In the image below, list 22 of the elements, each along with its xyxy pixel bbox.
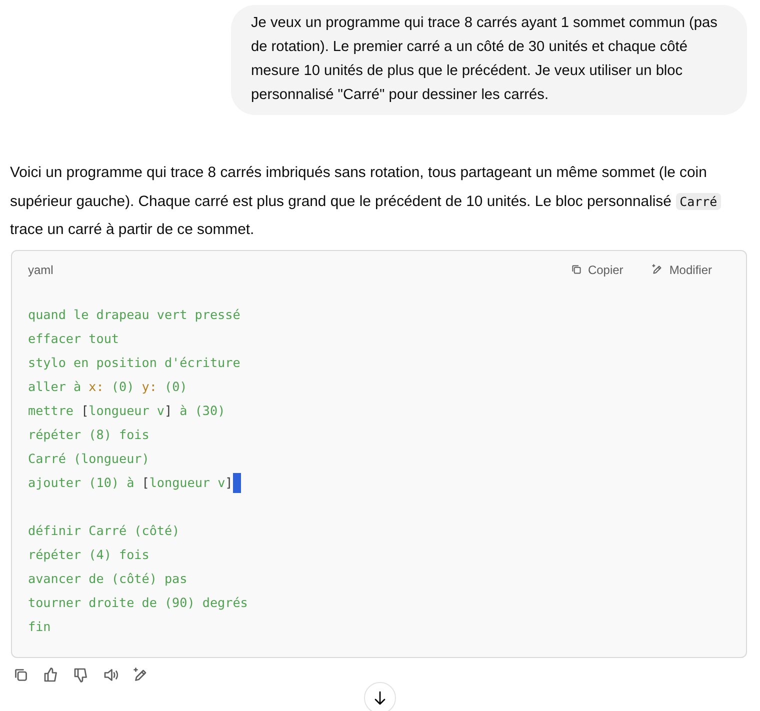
thumbs-up-icon bbox=[42, 666, 60, 684]
language-label: yaml bbox=[28, 262, 54, 278]
code-line: tourner droite de (90) degrés bbox=[28, 594, 248, 610]
code-line: avancer de (côté) pas bbox=[28, 570, 188, 586]
copy-icon bbox=[570, 263, 583, 276]
edit-button[interactable]: Modifier bbox=[651, 260, 712, 278]
code-line: mettre [longueur v] à (30) bbox=[28, 402, 226, 418]
user-message-bubble: Je veux un programme qui trace 8 carrés ayant 1 sommet commun (pas de rotation). Le premier carré a un côté de 30 unités et chaque côté mesure 10 unités de plus que le précédent. Je veux utiliser un bloc personnalisé "Carré" pour dessiner les carrés. bbox=[231, 5, 747, 115]
response-paragraph: Voici un programme qui trace 8 carrés imbriqués sans rotation, tous partageant un même sommet (le coin supérieur gauche). Chaque carré est plus grand que le précédent de 10 unités. Le bloc personnalisé Carré trace un carré à partir de ce sommet. bbox=[10, 159, 750, 244]
code-line: répéter (8) fois bbox=[28, 426, 150, 442]
code-line: aller à x: (0) y: (0) bbox=[28, 378, 188, 394]
thumbs-down-icon bbox=[72, 666, 90, 684]
code-line: fin bbox=[28, 618, 51, 634]
code-line: quand le drapeau vert pressé bbox=[28, 306, 240, 322]
code-line: ajouter (10) à [longueur v] bbox=[28, 474, 233, 490]
code-line: définir Carré (côté) bbox=[28, 522, 180, 538]
code-line: stylo en position d'écriture bbox=[28, 354, 240, 370]
code-line: Carré (longueur) bbox=[28, 450, 150, 466]
code-line: répéter (4) fois bbox=[28, 546, 150, 562]
code-line: effacer tout bbox=[28, 330, 119, 346]
copy-button[interactable]: Copier bbox=[570, 260, 624, 278]
scroll-down-button[interactable] bbox=[364, 682, 396, 711]
